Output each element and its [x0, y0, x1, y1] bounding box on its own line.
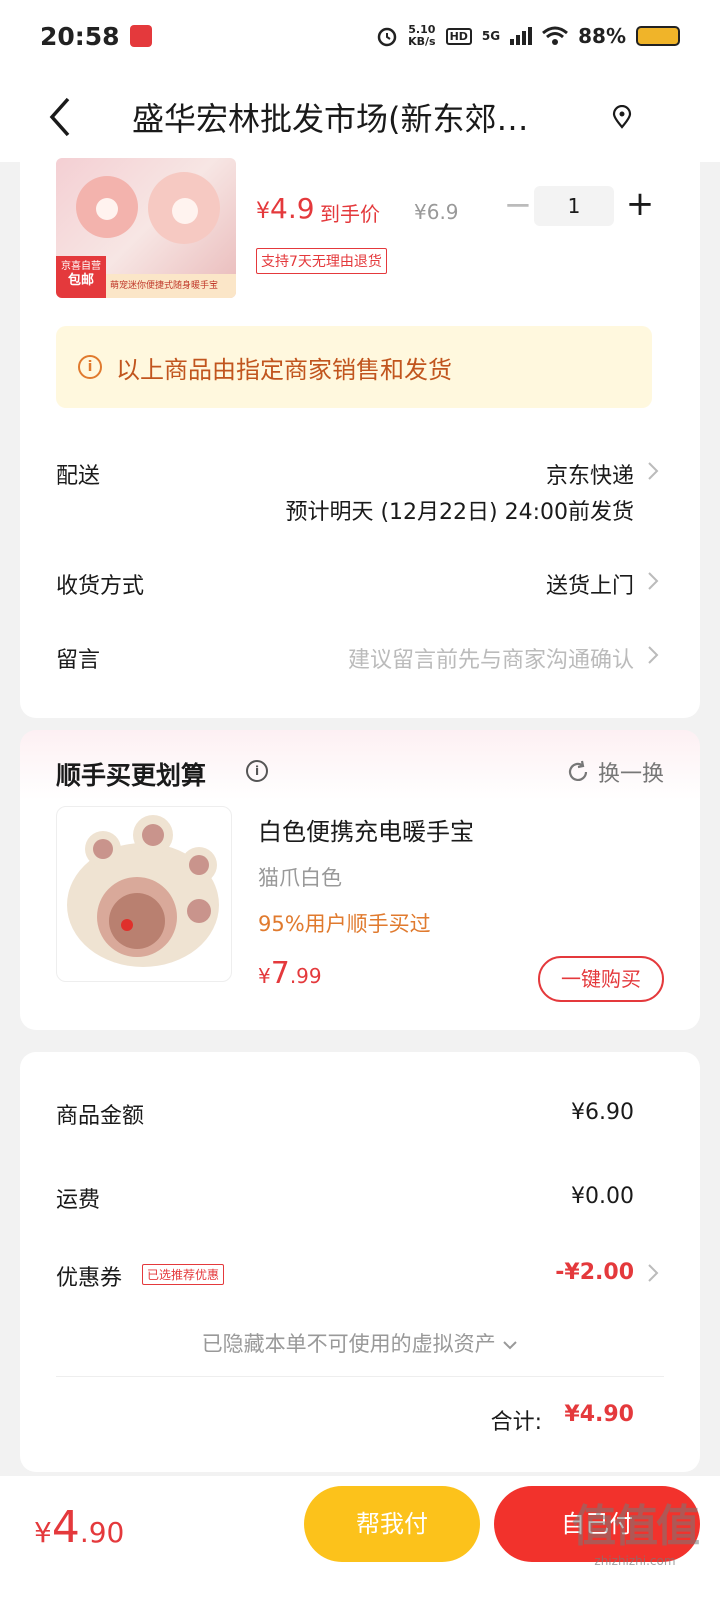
price-summary-card: 商品金额 ¥6.90 运费 ¥0.00 优惠券 已选推荐优惠 -¥2.00 已隐… — [20, 1052, 700, 1472]
recommend-price: ¥7.99 — [258, 956, 322, 991]
location-button[interactable] — [602, 97, 642, 137]
receive-method-label: 收货方式 — [56, 574, 145, 599]
status-time: 20:58 — [40, 21, 120, 51]
back-button[interactable] — [30, 87, 90, 147]
product-tag: 京喜自营 包邮 — [56, 256, 106, 298]
watermark-logo: 值值值 zhizhizhi.com — [572, 1501, 700, 1568]
hidden-assets-toggle[interactable]: 已隐藏本单不可使用的虚拟资产 — [20, 1328, 700, 1358]
hd-icon: HD — [445, 27, 472, 45]
coupon-badge: 已选推荐优惠 — [142, 1264, 225, 1285]
goods-amount-value: ¥6.90 — [571, 1100, 634, 1125]
goods-amount-label: 商品金额 — [56, 1104, 145, 1129]
swap-button[interactable]: 换一换 — [566, 756, 664, 788]
wifi-icon — [542, 26, 569, 45]
battery-icon — [636, 26, 680, 46]
original-price: ¥6.9 — [414, 200, 459, 224]
product-price: ¥4.9 — [256, 192, 315, 225]
message-label: 留言 — [56, 648, 101, 673]
one-click-buy-button[interactable]: 一键购买 — [538, 956, 664, 1002]
notice-text: 以上商品由指定商家销售和发货 — [116, 355, 452, 384]
quantity-plus-button[interactable]: + — [620, 184, 660, 224]
coupon-value[interactable]: -¥2.00 — [555, 1260, 634, 1285]
recommend-product-name[interactable]: 白色便携充电暖手宝 — [258, 812, 474, 847]
status-icons: 5.10 KB/s HD 5G 88% — [376, 24, 680, 48]
store-title: 盛华宏林批发市场(新东郊… — [132, 100, 529, 138]
help-pay-button[interactable]: 帮我付 — [304, 1486, 480, 1562]
alarm-icon — [377, 27, 397, 47]
receive-method-value[interactable]: 送货上门 — [546, 568, 634, 600]
app-notification-icon — [129, 25, 152, 47]
shipping-value: ¥0.00 — [571, 1184, 634, 1209]
battery-percent: 88% — [578, 24, 626, 48]
coupon-label: 优惠券 — [56, 1266, 123, 1291]
net-speed: 5.10 KB/s — [408, 23, 436, 48]
chevron-right-icon — [648, 646, 659, 664]
recommend-card: 顺手买更划算 i 换一换 白色便携充电暖手宝 猫爪白色 95%用户顺手买过 ¥7… — [20, 730, 700, 1030]
recommend-popularity: 95%用户顺手买过 — [258, 912, 431, 936]
return-policy-badge: 支持7天无理由退货 — [256, 248, 387, 274]
swap-label: 换一换 — [597, 762, 664, 787]
info-icon[interactable]: i — [246, 760, 268, 782]
signal-icon: 5G — [481, 29, 501, 43]
recommend-product-image[interactable] — [56, 806, 232, 982]
divider — [56, 1376, 664, 1377]
chevron-left-icon — [49, 97, 70, 137]
status-bar: 20:58 5.10 KB/s HD 5G 88% — [0, 0, 720, 72]
total-value: ¥4.90 — [564, 1402, 634, 1427]
message-input[interactable]: 建议留言前先与商家沟通确认 — [348, 642, 634, 674]
chevron-down-icon — [503, 1341, 518, 1350]
delivery-label: 配送 — [56, 464, 101, 489]
recommend-product-spec: 猫爪白色 — [258, 866, 342, 890]
recommend-title: 顺手买更划算 — [56, 761, 207, 790]
chevron-right-icon — [648, 462, 659, 480]
price-label: 到手价 — [320, 202, 380, 226]
refresh-icon — [568, 760, 588, 781]
chevron-right-icon — [648, 572, 659, 590]
product-banner: 萌宠迷你便捷式随身暖手宝 — [106, 274, 236, 298]
product-image[interactable]: 京喜自营 包邮 萌宠迷你便捷式随身暖手宝 — [56, 158, 236, 298]
paw-warmer-image — [67, 815, 219, 967]
delivery-carrier[interactable]: 京东快递 — [546, 458, 634, 490]
location-pin-icon — [612, 105, 632, 129]
quantity-minus-button[interactable]: − — [498, 186, 538, 226]
signal-bars-icon — [510, 27, 533, 45]
seller-notice: i 以上商品由指定商家销售和发货 — [56, 326, 652, 408]
shipping-label: 运费 — [56, 1188, 101, 1213]
chevron-right-icon — [648, 1264, 659, 1282]
bottom-bar: ¥4.90 帮我付 自己付 值值值 zhizhizhi.com — [0, 1476, 720, 1600]
order-card: 京喜自营 包邮 萌宠迷你便捷式随身暖手宝 ¥4.9 到手价 ¥6.9 − 1 +… — [20, 148, 700, 718]
info-icon: i — [78, 355, 102, 379]
total-label: 合计: — [490, 1410, 542, 1435]
bottom-total-price: ¥4.90 — [34, 1502, 125, 1553]
quantity-field[interactable]: 1 — [534, 186, 614, 226]
delivery-estimate: 预计明天 (12月22日) 24:00前发货 — [285, 500, 634, 525]
